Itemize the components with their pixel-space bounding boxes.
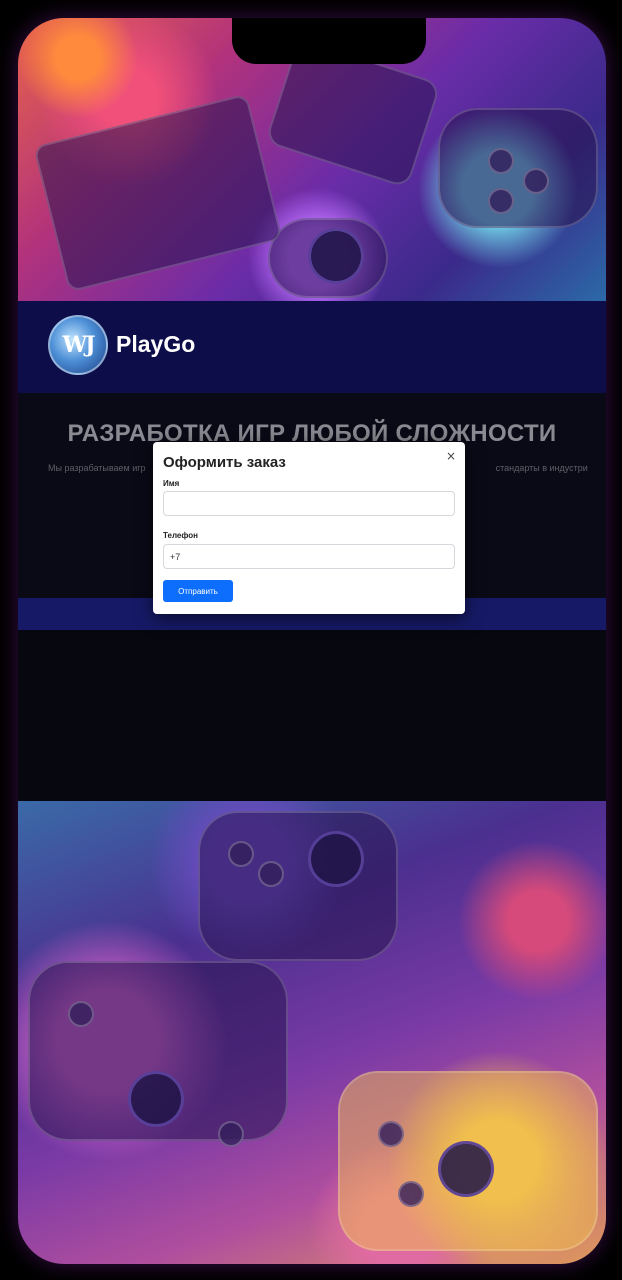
controller-button [488, 188, 514, 214]
phone-screen: WJ PlayGo РАЗРАБОТКА ИГР ЛЮБОЙ СЛОЖНОСТИ… [18, 18, 606, 1264]
console-illustration [33, 93, 283, 293]
brand-name[interactable]: PlayGo [116, 331, 195, 358]
device-frame: WJ PlayGo РАЗРАБОТКА ИГР ЛЮБОЙ СЛОЖНОСТИ… [0, 0, 622, 1280]
name-label: Имя [163, 479, 180, 488]
logo-icon[interactable]: WJ [48, 315, 108, 375]
dark-band [18, 630, 606, 801]
logo-text: WJ [62, 332, 95, 358]
submit-button[interactable]: Отправить [163, 580, 233, 602]
hero-text-right: стандарты в индустри [495, 463, 588, 473]
controller-button [378, 1121, 404, 1147]
controller-button [228, 841, 254, 867]
controller-button [488, 148, 514, 174]
modal-title: Оформить заказ [163, 454, 286, 471]
controller-stick [128, 1071, 184, 1127]
controller-stick [308, 831, 364, 887]
hero-text-left: Мы разрабатываем игр [48, 463, 146, 473]
controller-button [523, 168, 549, 194]
name-field[interactable] [163, 491, 455, 516]
camera-notch [232, 18, 426, 64]
controller-button [218, 1121, 244, 1147]
controller-stick [308, 228, 364, 284]
controller-button [258, 861, 284, 887]
controller-button [68, 1001, 94, 1027]
controller-stick [438, 1141, 494, 1197]
footer-background-art [18, 801, 606, 1264]
phone-label: Телефон [163, 531, 198, 540]
controller-button [398, 1181, 424, 1207]
site-header: WJ PlayGo [18, 301, 606, 393]
phone-field[interactable] [163, 544, 455, 569]
controller-illustration [438, 108, 598, 228]
order-modal: Оформить заказ × Имя Телефон Отправить [153, 442, 465, 614]
close-icon[interactable]: × [443, 448, 459, 464]
controller-illustration [198, 811, 398, 961]
